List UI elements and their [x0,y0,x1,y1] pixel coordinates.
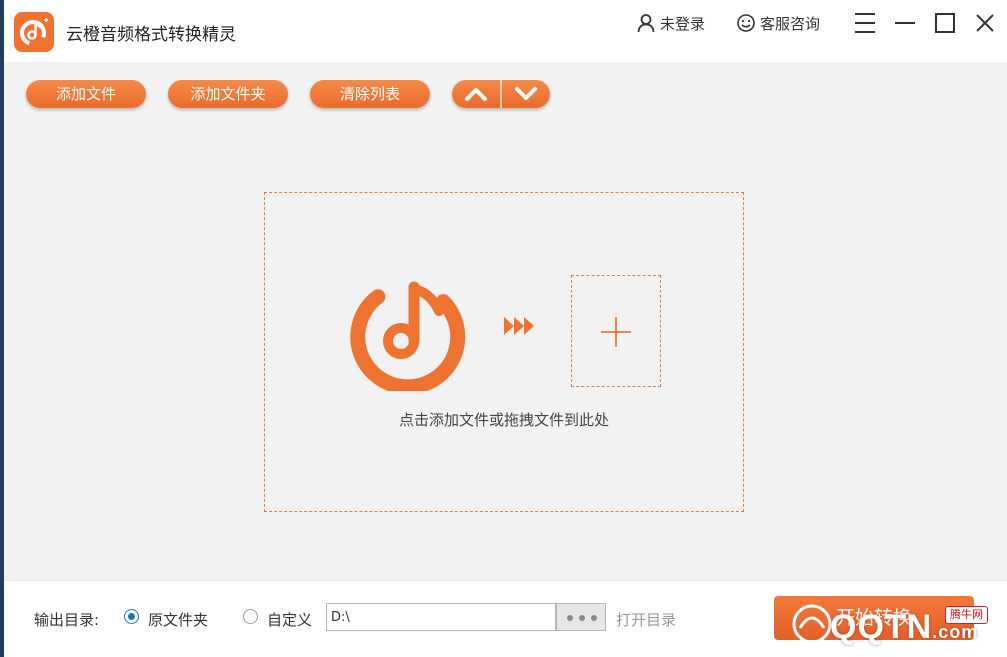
add-folder-button[interactable]: 添加文件夹 [168,80,288,108]
ellipsis-icon [567,615,597,621]
music-logo-icon [350,281,466,391]
clear-list-button[interactable]: 清除列表 [310,80,430,108]
file-drop-zone[interactable]: 点击添加文件或拖拽文件到此处 [264,192,744,512]
user-icon [637,14,655,33]
move-up-button[interactable] [452,80,500,108]
hamburger-icon [855,13,875,33]
output-dir-label: 输出目录: [34,611,100,629]
maximize-button[interactable] [932,10,958,36]
output-path-input[interactable] [326,603,556,631]
close-icon [976,14,994,32]
radio-original-folder[interactable] [124,609,139,624]
app-logo-icon [14,12,54,52]
drop-hint-text: 点击添加文件或拖拽文件到此处 [398,411,609,429]
bottom-bar: 输出目录: 原文件夹 自定义 打开目录 开始转换 [4,580,1007,657]
app-title: 云橙音频格式转换精灵 [66,25,236,45]
support-label: 客服咨询 [760,14,821,33]
minimize-button[interactable] [892,10,918,36]
open-directory-link[interactable]: 打开目录 [616,609,676,630]
login-link[interactable]: 未登录 [636,12,705,34]
smiley-icon [737,14,755,32]
move-down-button[interactable] [502,80,550,108]
add-file-button[interactable]: 添加文件 [26,80,146,108]
plus-icon [601,317,631,347]
add-file-box[interactable] [571,275,661,387]
radio-custom-folder-label[interactable]: 自定义 [267,609,312,630]
fast-forward-icon [504,317,534,335]
chevron-up-icon [465,88,487,101]
radio-custom-folder[interactable] [243,609,258,624]
browse-button[interactable] [556,603,606,631]
title-bar: 云橙音频格式转换精灵 未登录 客服咨询 [4,0,1007,62]
radio-original-folder-label[interactable]: 原文件夹 [148,609,208,630]
chevron-down-icon [515,87,537,100]
close-button[interactable] [972,10,998,36]
start-convert-button[interactable]: 开始转换 [774,596,974,640]
menu-button[interactable] [852,10,878,36]
minimize-icon [895,22,915,24]
support-link[interactable]: 客服咨询 [736,12,820,34]
reorder-buttons [452,80,550,108]
app-window: 云橙音频格式转换精灵 未登录 客服咨询 添加文件 添加文件夹 清除列表 点击添加… [4,0,1007,657]
maximize-icon [935,13,955,33]
login-label: 未登录 [660,14,706,33]
